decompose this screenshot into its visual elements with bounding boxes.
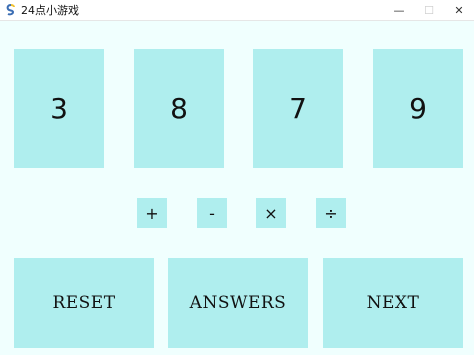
- minimize-button[interactable]: —: [384, 0, 414, 20]
- title-bar: 24点小游戏 — ☐ ✕: [0, 0, 474, 21]
- number-card-1[interactable]: 3: [14, 49, 104, 168]
- number-card-2[interactable]: 8: [134, 49, 224, 168]
- minus-operator-button[interactable]: -: [197, 198, 227, 228]
- multiply-operator-button[interactable]: ×: [256, 198, 286, 228]
- reset-button[interactable]: RESET: [14, 258, 154, 348]
- close-button[interactable]: ✕: [444, 0, 474, 20]
- answers-button[interactable]: ANSWERS: [168, 258, 308, 348]
- app-icon: [6, 4, 15, 16]
- window-controls: — ☐ ✕: [384, 0, 474, 20]
- window-title: 24点小游戏: [21, 4, 79, 17]
- number-card-3[interactable]: 7: [253, 49, 343, 168]
- maximize-button[interactable]: ☐: [414, 0, 444, 20]
- plus-operator-button[interactable]: +: [137, 198, 167, 228]
- divide-operator-button[interactable]: ÷: [316, 198, 346, 228]
- next-button[interactable]: NEXT: [323, 258, 463, 348]
- number-card-4[interactable]: 9: [373, 49, 463, 168]
